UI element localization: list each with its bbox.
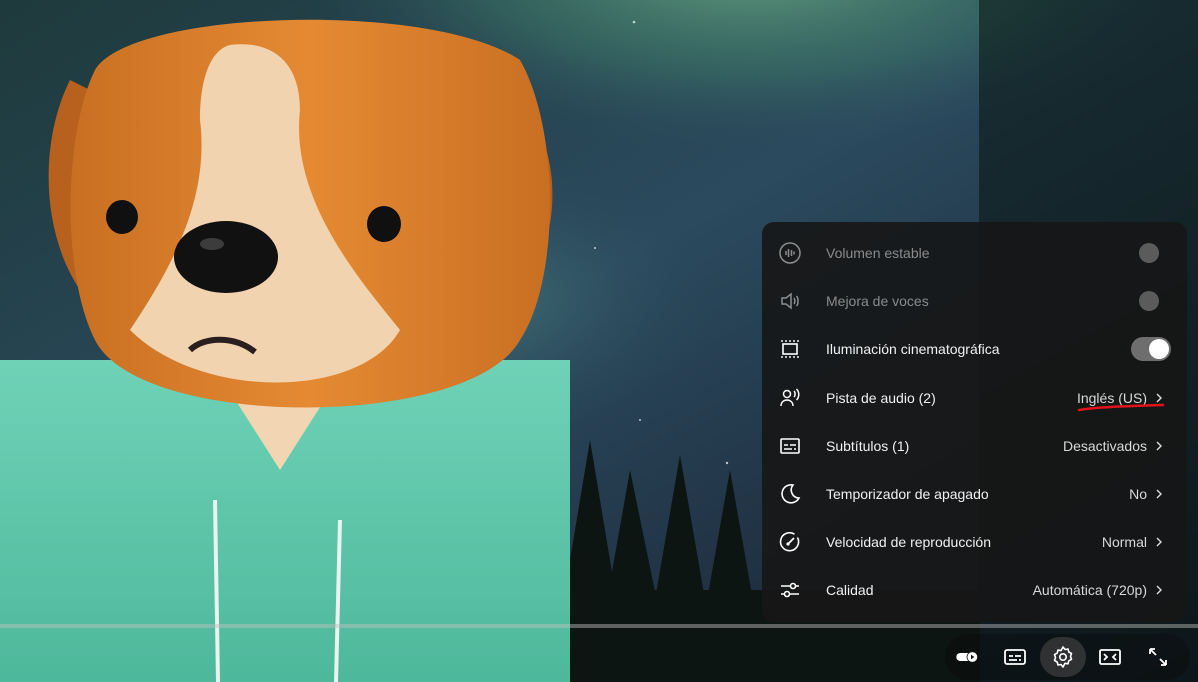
- menu-item-label: Velocidad de reproducción: [826, 534, 992, 551]
- menu-item-quality[interactable]: Calidad Automática (720p): [762, 566, 1187, 614]
- voice-boost-icon: [778, 289, 802, 313]
- menu-item-label: Mejora de voces: [826, 293, 929, 310]
- miniplayer-icon: [1098, 645, 1122, 669]
- menu-item-audio-track[interactable]: Pista de audio (2) Inglés (US): [762, 374, 1187, 422]
- menu-item-label: Volumen estable: [826, 245, 930, 262]
- player-controls: [940, 634, 1190, 680]
- playback-speed-icon: [778, 530, 802, 554]
- menu-item-subtitles[interactable]: Subtítulos (1) Desactivados: [762, 422, 1187, 470]
- quality-icon: [778, 578, 802, 602]
- subtitles-button[interactable]: [995, 637, 1035, 677]
- stable-volume-icon: [778, 241, 802, 265]
- menu-item-sleep-timer[interactable]: Temporizador de apagado No: [762, 470, 1187, 518]
- progress-bar[interactable]: [0, 624, 1198, 628]
- menu-item-value: Automática (720p): [1032, 582, 1147, 599]
- annotation-underline: [1077, 403, 1165, 412]
- chevron-right-icon: [1155, 582, 1165, 598]
- audio-track-icon: [778, 386, 802, 410]
- menu-item-value: No: [1129, 486, 1147, 503]
- chevron-right-icon: [1155, 534, 1165, 550]
- menu-item-label: Temporizador de apagado: [826, 486, 989, 503]
- settings-menu: Volumen estable Mejora de voces Iluminac…: [762, 222, 1187, 622]
- subtitles-icon: [778, 434, 802, 458]
- menu-item-value: Desactivados: [1062, 437, 1147, 454]
- voice-boost-toggle[interactable]: [1131, 289, 1171, 313]
- settings-gear-icon: [1051, 645, 1075, 669]
- menu-item-voice-boost[interactable]: Mejora de voces: [762, 277, 1187, 325]
- fullscreen-icon: [1146, 645, 1170, 669]
- autoplay-toggle-button[interactable]: [947, 637, 987, 677]
- menu-item-label: Pista de audio (2): [826, 389, 936, 406]
- menu-item-value: Normal: [1101, 534, 1147, 551]
- fullscreen-button[interactable]: [1138, 637, 1178, 677]
- menu-item-label: Subtítulos (1): [826, 437, 910, 454]
- menu-item-playback-speed[interactable]: Velocidad de reproducción Normal: [762, 518, 1187, 566]
- menu-item-label: Calidad: [826, 582, 874, 599]
- menu-item-label: Iluminación cinematográfica: [826, 341, 1000, 358]
- stable-volume-toggle[interactable]: [1131, 241, 1171, 265]
- chevron-right-icon: [1155, 438, 1165, 454]
- ambient-mode-toggle[interactable]: [1131, 337, 1171, 362]
- chevron-right-icon: [1155, 486, 1165, 502]
- autoplay-toggle-icon: [955, 645, 979, 669]
- ambient-mode-icon: [778, 337, 802, 361]
- settings-button[interactable]: [1040, 637, 1086, 677]
- subtitles-button-icon: [1003, 645, 1027, 669]
- miniplayer-button[interactable]: [1090, 637, 1130, 677]
- sleep-timer-icon: [778, 482, 802, 506]
- menu-item-ambient-mode[interactable]: Iluminación cinematográfica: [762, 325, 1187, 373]
- menu-item-stable-volume[interactable]: Volumen estable: [762, 229, 1187, 277]
